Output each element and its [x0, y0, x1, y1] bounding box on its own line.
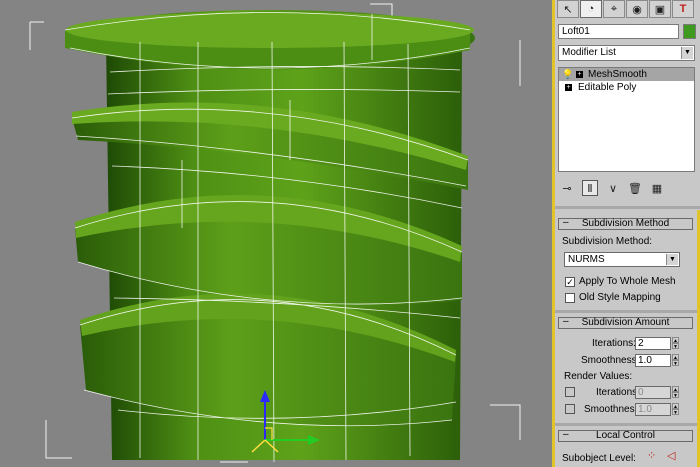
rollout-title: Local Control: [596, 430, 655, 441]
rollout-local-control[interactable]: – Local Control: [558, 430, 693, 442]
stack-item-editable-poly[interactable]: + Editable Poly: [559, 81, 694, 94]
rollout-subdivision-method[interactable]: – Subdivision Method: [558, 218, 693, 230]
modifier-list-dropdown[interactable]: Modifier List ▼: [558, 45, 695, 61]
render-iterations-checkbox[interactable]: [565, 387, 575, 397]
show-end-result-icon[interactable]: Ⅱ: [582, 180, 598, 196]
expand-icon[interactable]: +: [576, 71, 583, 78]
motion-tab[interactable]: ◉: [626, 0, 648, 18]
subobject-level-label: Subobject Level:: [562, 453, 636, 464]
render-smoothness-input[interactable]: 1.0: [635, 403, 671, 416]
apply-whole-mesh-label: Apply To Whole Mesh: [579, 276, 676, 287]
display-icon: ▣: [654, 3, 666, 16]
create-icon: ↖: [563, 3, 573, 16]
hierarchy-icon: ⌖: [610, 2, 618, 15]
object-color-swatch[interactable]: [683, 24, 696, 39]
render-smoothness-spinner[interactable]: ▲ ▼: [672, 403, 679, 416]
smoothness-label: Smoothness:: [581, 355, 640, 366]
subdivision-method-label: Subdivision Method:: [562, 236, 653, 247]
subdivision-method-value: NURMS: [568, 254, 605, 265]
perspective-viewport[interactable]: [0, 0, 552, 467]
vertex-icon[interactable]: ⁘: [647, 450, 656, 462]
make-unique-icon[interactable]: ∨: [606, 181, 620, 195]
modifier-list-label: Modifier List: [562, 47, 616, 58]
expand-icon[interactable]: +: [565, 84, 572, 91]
utilities-icon: T: [679, 3, 687, 15]
old-style-mapping-label: Old Style Mapping: [579, 292, 661, 303]
render-iterations-label: Iterations:: [596, 387, 640, 398]
rollout-subdivision-amount[interactable]: – Subdivision Amount: [558, 317, 693, 329]
stack-toolbar: ⊸ Ⅱ ∨ 🗑 ▦: [558, 178, 695, 198]
configure-sets-icon[interactable]: ▦: [650, 181, 664, 195]
render-iterations-input[interactable]: 0: [635, 386, 671, 399]
smoothness-input[interactable]: 1.0: [635, 354, 671, 367]
render-iterations-spinner[interactable]: ▲ ▼: [672, 386, 679, 399]
pin-stack-icon[interactable]: ⊸: [560, 181, 574, 195]
viewport-scene: [29, 3, 521, 463]
render-values-label: Render Values:: [564, 371, 633, 382]
collapse-icon: –: [563, 316, 569, 327]
modifier-stack[interactable]: 💡 + MeshSmooth + Editable Poly: [558, 67, 695, 172]
display-tab[interactable]: ▣: [649, 0, 671, 18]
divider: [555, 423, 700, 426]
collapse-icon: –: [563, 217, 569, 228]
command-panel-tabs: ↖ ◔ ⌖ ◉ ▣ T: [555, 0, 700, 19]
utilities-tab[interactable]: T: [672, 0, 694, 18]
lightbulb-icon[interactable]: 💡: [562, 68, 573, 81]
collapse-icon: –: [563, 429, 569, 440]
object-name-field[interactable]: Loft01: [558, 24, 679, 39]
edge-icon[interactable]: ◁: [667, 450, 675, 462]
modify-tab[interactable]: ◔: [580, 0, 602, 18]
apply-whole-mesh-checkbox[interactable]: ✓: [565, 277, 575, 287]
command-panel: ↖ ◔ ⌖ ◉ ▣ T Loft01 Modifier List ▼ 💡 + M…: [555, 0, 700, 467]
stack-item-label: MeshSmooth: [588, 69, 647, 80]
divider: [555, 310, 700, 313]
modify-icon: ◔: [587, 3, 595, 15]
stack-item-meshsmooth[interactable]: 💡 + MeshSmooth: [559, 68, 694, 81]
divider: [555, 206, 700, 209]
iterations-spinner[interactable]: ▲ ▼: [672, 337, 679, 350]
chevron-down-icon: ▼: [681, 47, 693, 59]
smoothness-spinner[interactable]: ▲ ▼: [672, 354, 679, 367]
motion-icon: ◉: [632, 3, 642, 16]
iterations-input[interactable]: 2: [635, 337, 671, 350]
create-tab[interactable]: ↖: [557, 0, 579, 18]
rollout-title: Subdivision Amount: [581, 317, 670, 328]
render-smoothness-checkbox[interactable]: [565, 404, 575, 414]
hierarchy-tab[interactable]: ⌖: [603, 0, 625, 18]
rollout-title: Subdivision Method: [581, 218, 670, 229]
stack-item-label: Editable Poly: [578, 82, 637, 93]
subdivision-method-select[interactable]: NURMS ▼: [564, 252, 680, 267]
render-smoothness-label: Smoothness:: [584, 404, 643, 415]
chevron-down-icon: ▼: [666, 254, 678, 265]
remove-modifier-icon[interactable]: 🗑: [628, 181, 642, 195]
iterations-label: Iterations:: [592, 338, 636, 349]
old-style-mapping-checkbox[interactable]: [565, 293, 575, 303]
